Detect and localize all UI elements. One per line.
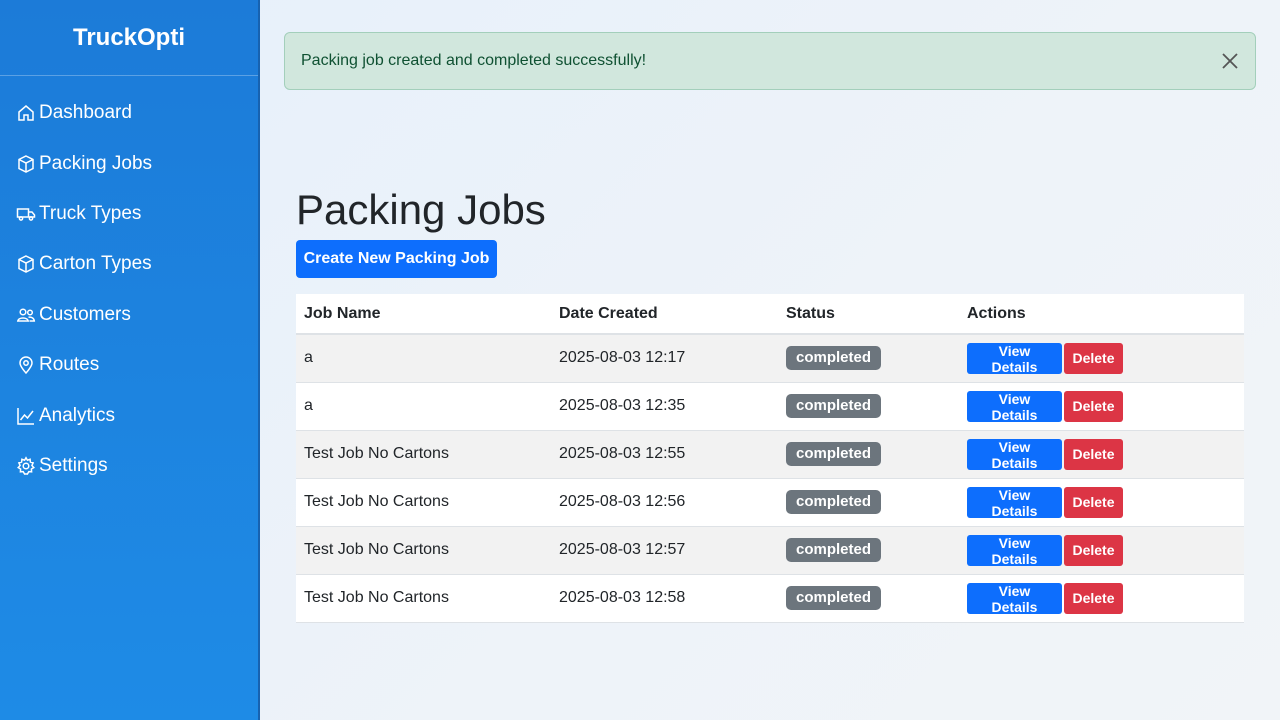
sidebar-item-settings[interactable]: Settings	[0, 441, 258, 491]
sidebar-item-label: Truck Types	[39, 202, 142, 224]
actions-cell: View DetailsDelete	[959, 574, 1244, 623]
brand-logo[interactable]: TruckOpti	[0, 0, 258, 76]
status-cell: completed	[778, 478, 959, 527]
box-icon	[16, 154, 36, 174]
sidebar-item-label: Analytics	[39, 404, 116, 426]
actions-cell: View DetailsDelete	[959, 382, 1244, 431]
date-created-cell: 2025-08-03 12:17	[551, 334, 778, 383]
view-details-button[interactable]: View Details	[967, 534, 1062, 567]
actions-cell: View DetailsDelete	[959, 334, 1244, 383]
actions-cell: View DetailsDelete	[959, 430, 1244, 479]
table-header-row: Job Name Date Created Status Actions	[296, 294, 1244, 335]
sidebar-item-packing-jobs[interactable]: Packing Jobs	[0, 138, 258, 188]
status-cell: completed	[778, 574, 959, 623]
view-details-button[interactable]: View Details	[967, 486, 1062, 519]
sidebar-item-label: Settings	[39, 454, 108, 476]
job-name-cell: Test Job No Cartons	[296, 574, 551, 623]
job-name-cell: Test Job No Cartons	[296, 430, 551, 479]
gear-icon	[16, 456, 36, 476]
status-badge: completed	[786, 490, 882, 514]
page-title: Packing Jobs	[296, 186, 546, 233]
sidebar-item-customers[interactable]: Customers	[0, 290, 258, 340]
column-header-actions: Actions	[959, 294, 1244, 335]
date-created-cell: 2025-08-03 12:58	[551, 574, 778, 623]
view-details-button[interactable]: View Details	[967, 390, 1062, 423]
sidebar-item-label: Routes	[39, 354, 100, 376]
line-chart-icon	[16, 406, 36, 426]
status-badge: completed	[786, 442, 882, 466]
sidebar: TruckOpti Dashboard Packing Jobs Truck T…	[0, 0, 260, 720]
date-created-cell: 2025-08-03 12:57	[551, 526, 778, 575]
delete-button[interactable]: Delete	[1064, 390, 1123, 422]
sidebar-item-label: Customers	[39, 303, 131, 325]
people-icon	[16, 305, 36, 325]
date-created-cell: 2025-08-03 12:55	[551, 430, 778, 479]
column-header-job-name: Job Name	[296, 294, 551, 335]
status-cell: completed	[778, 430, 959, 479]
sidebar-item-label: Packing Jobs	[39, 152, 153, 174]
column-header-status: Status	[778, 294, 959, 335]
sidebar-item-label: Carton Types	[39, 253, 152, 275]
date-created-cell: 2025-08-03 12:56	[551, 478, 778, 527]
job-name-cell: a	[296, 382, 551, 431]
sidebar-item-routes[interactable]: Routes	[0, 340, 258, 390]
truck-icon	[16, 204, 36, 224]
status-badge: completed	[786, 394, 882, 418]
sidebar-nav: Dashboard Packing Jobs Truck Types Carto…	[0, 76, 258, 491]
delete-button[interactable]: Delete	[1064, 582, 1123, 614]
date-created-cell: 2025-08-03 12:35	[551, 382, 778, 431]
actions-cell: View DetailsDelete	[959, 478, 1244, 527]
table-row: a 2025-08-03 12:35 completed View Detail…	[296, 382, 1244, 431]
sidebar-item-dashboard[interactable]: Dashboard	[0, 88, 258, 138]
delete-button[interactable]: Delete	[1064, 534, 1123, 566]
column-header-date-created: Date Created	[551, 294, 778, 335]
alert-message: Packing job created and completed succes…	[301, 52, 647, 69]
job-name-cell: Test Job No Cartons	[296, 526, 551, 575]
delete-button[interactable]: Delete	[1064, 486, 1123, 518]
job-name-cell: Test Job No Cartons	[296, 478, 551, 527]
box-icon	[16, 254, 36, 274]
view-details-button[interactable]: View Details	[967, 438, 1062, 471]
table-row: a 2025-08-03 12:17 completed View Detail…	[296, 334, 1244, 383]
delete-button[interactable]: Delete	[1064, 342, 1123, 374]
sidebar-item-carton-types[interactable]: Carton Types	[0, 239, 258, 289]
status-badge: completed	[786, 586, 882, 610]
packing-jobs-table: Job Name Date Created Status Actions a 2…	[296, 294, 1244, 623]
view-details-button[interactable]: View Details	[967, 342, 1062, 375]
table-row: Test Job No Cartons 2025-08-03 12:55 com…	[296, 430, 1244, 479]
success-alert: Packing job created and completed succes…	[284, 32, 1256, 90]
close-icon[interactable]	[1219, 50, 1241, 72]
sidebar-item-analytics[interactable]: Analytics	[0, 390, 258, 440]
status-cell: completed	[778, 334, 959, 383]
table-row: Test Job No Cartons 2025-08-03 12:57 com…	[296, 526, 1244, 575]
status-badge: completed	[786, 538, 882, 562]
view-details-button[interactable]: View Details	[967, 582, 1062, 615]
table-row: Test Job No Cartons 2025-08-03 12:58 com…	[296, 574, 1244, 623]
job-name-cell: a	[296, 334, 551, 383]
create-packing-job-button[interactable]: Create New Packing Job	[296, 240, 497, 278]
map-pin-icon	[16, 355, 36, 375]
status-badge: completed	[786, 346, 882, 371]
house-icon	[16, 103, 36, 123]
actions-cell: View DetailsDelete	[959, 526, 1244, 575]
status-cell: completed	[778, 382, 959, 431]
table-row: Test Job No Cartons 2025-08-03 12:56 com…	[296, 478, 1244, 527]
status-cell: completed	[778, 526, 959, 575]
sidebar-item-truck-types[interactable]: Truck Types	[0, 189, 258, 239]
delete-button[interactable]: Delete	[1064, 438, 1123, 470]
sidebar-item-label: Dashboard	[39, 102, 132, 124]
